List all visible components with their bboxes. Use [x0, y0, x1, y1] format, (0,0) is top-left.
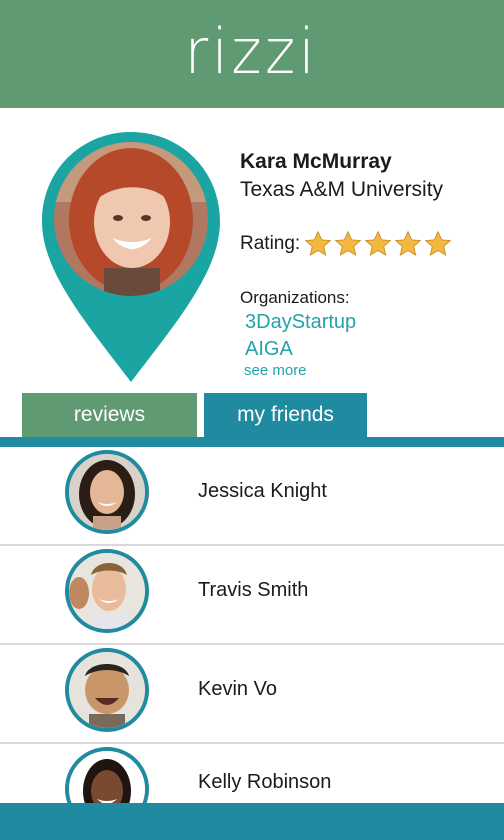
profile-name: Kara McMurray	[240, 150, 392, 173]
organization-link[interactable]: AIGA	[245, 338, 293, 361]
list-item[interactable]: Kelly Robinson	[0, 744, 504, 804]
friend-name: Kelly Robinson	[198, 771, 332, 793]
list-item[interactable]: Travis Smith	[0, 546, 504, 645]
tab-underline	[0, 437, 504, 447]
avatar[interactable]	[65, 747, 149, 804]
bottom-app-bar	[0, 803, 504, 840]
friend-list[interactable]: Jessica Knight Travis Smith Kevin Vo Kel…	[0, 447, 504, 804]
profile-school: Texas A&M University	[240, 178, 444, 201]
tab-reviews[interactable]: reviews	[22, 393, 197, 437]
profile-avatar[interactable]	[54, 142, 208, 296]
avatar[interactable]	[65, 450, 149, 534]
friend-name: Kevin Vo	[198, 678, 277, 700]
star-icon	[334, 230, 362, 257]
list-item[interactable]: Jessica Knight	[0, 447, 504, 546]
star-icon	[304, 230, 332, 257]
friend-name: Travis Smith	[198, 579, 309, 601]
rating-label: Rating:	[240, 233, 301, 254]
app-header: rizzi	[0, 0, 504, 108]
avatar[interactable]	[65, 648, 149, 732]
star-icon	[394, 230, 422, 257]
list-item[interactable]: Kevin Vo	[0, 645, 504, 744]
tab-my-friends[interactable]: my friends	[204, 393, 367, 437]
see-more-link[interactable]: see more	[244, 362, 307, 379]
app-logo: rizzi	[185, 14, 319, 88]
rating-stars	[304, 230, 454, 258]
organizations-label: Organizations:	[240, 288, 350, 307]
star-icon	[424, 230, 452, 257]
organization-link[interactable]: 3DayStartup	[245, 311, 356, 334]
star-icon	[364, 230, 392, 257]
friend-name: Jessica Knight	[198, 480, 327, 502]
avatar[interactable]	[65, 549, 149, 633]
rating-row: Rating:	[240, 229, 454, 259]
